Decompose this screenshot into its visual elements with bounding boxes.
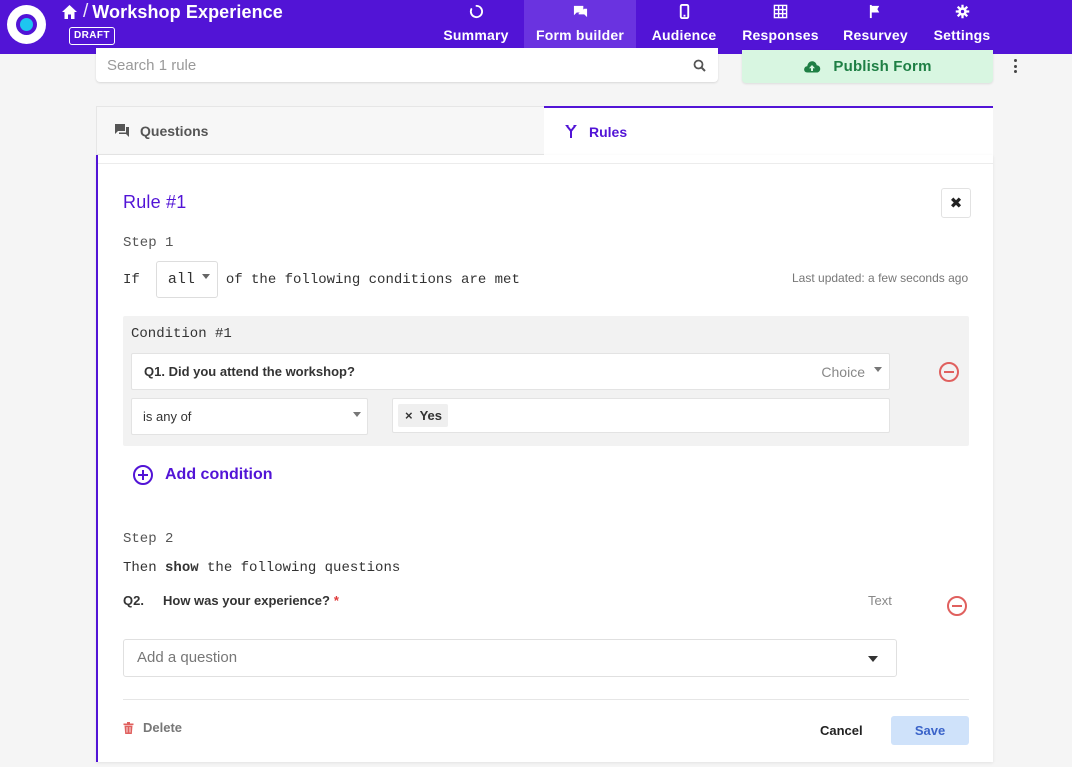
nav-settings[interactable]: Settings bbox=[932, 0, 992, 54]
tab-rules-label: Rules bbox=[589, 123, 628, 140]
last-updated: Last updated: a few seconds ago bbox=[792, 271, 969, 285]
tab-questions[interactable]: Questions bbox=[96, 106, 545, 155]
nav-summary-label: Summary bbox=[443, 27, 509, 43]
save-button[interactable]: Save bbox=[891, 716, 969, 745]
nav-responses[interactable]: Responses bbox=[742, 0, 819, 54]
caret-down-icon bbox=[874, 367, 882, 372]
delete-label: Delete bbox=[143, 720, 183, 735]
home-icon[interactable] bbox=[61, 4, 78, 20]
divider bbox=[123, 699, 969, 700]
rule-search bbox=[96, 48, 718, 82]
condition-values-input[interactable]: × Yes bbox=[392, 398, 890, 433]
flag-icon bbox=[869, 4, 880, 19]
breadcrumb-separator: / bbox=[83, 1, 89, 22]
cloud-upload-icon bbox=[804, 61, 821, 73]
rule-card: Rule #1 ✖ Step 1 If all of the following… bbox=[96, 155, 993, 762]
nav-responses-label: Responses bbox=[742, 27, 819, 43]
remove-chip-icon[interactable]: × bbox=[405, 408, 413, 423]
condition-operator-value: is any of bbox=[143, 409, 192, 424]
target-question-type: Text bbox=[868, 593, 892, 608]
condition-title: Condition #1 bbox=[131, 326, 232, 342]
nav-resurvey-label: Resurvey bbox=[843, 27, 908, 43]
builder-tabs: Questions Rules bbox=[96, 106, 993, 155]
remove-question-icon[interactable] bbox=[947, 596, 967, 616]
condition-operator-select[interactable]: is any of bbox=[131, 398, 368, 435]
tab-questions-label: Questions bbox=[140, 122, 209, 139]
logo-dot bbox=[20, 18, 33, 31]
search-icon[interactable] bbox=[693, 59, 706, 72]
nav-resurvey[interactable]: Resurvey bbox=[843, 0, 908, 54]
nav-settings-label: Settings bbox=[933, 27, 991, 43]
add-question-placeholder: Add a question bbox=[137, 649, 238, 666]
top-bar: / Workshop Experience DRAFT Summary Form… bbox=[0, 0, 1072, 54]
mobile-icon bbox=[679, 4, 689, 19]
match-mode-select[interactable]: all bbox=[155, 261, 218, 298]
caret-down-icon bbox=[201, 274, 210, 279]
remove-condition-icon[interactable] bbox=[939, 362, 959, 382]
add-condition-button[interactable]: Add condition bbox=[133, 465, 273, 485]
publish-form-label: Publish Form bbox=[833, 58, 932, 75]
nav-form-builder[interactable]: Form builder bbox=[524, 0, 636, 54]
search-input[interactable] bbox=[107, 55, 677, 75]
condition-question-type: Choice bbox=[821, 364, 865, 380]
then-prefix: Then bbox=[123, 560, 157, 576]
app-logo[interactable] bbox=[7, 5, 46, 44]
rule-title: Rule #1 bbox=[123, 192, 187, 212]
cancel-button[interactable]: Cancel bbox=[820, 723, 863, 738]
match-mode-value: all bbox=[167, 271, 195, 288]
target-question-label: How was your experience? bbox=[163, 593, 330, 608]
delete-rule-button[interactable]: Delete bbox=[123, 720, 182, 735]
condition-question-text: Q1. Did you attend the workshop? bbox=[144, 364, 355, 379]
gear-icon bbox=[955, 4, 969, 19]
value-chip: × Yes bbox=[398, 404, 449, 427]
then-action: show bbox=[165, 560, 199, 576]
more-options-icon[interactable] bbox=[1010, 58, 1020, 74]
nav-form-builder-label: Form builder bbox=[536, 27, 624, 43]
chat-icon bbox=[573, 5, 587, 18]
step1-label: Step 1 bbox=[123, 235, 174, 251]
breadcrumb: / Workshop Experience bbox=[61, 1, 283, 23]
step2-label: Step 2 bbox=[123, 531, 174, 547]
fork-icon bbox=[565, 125, 577, 138]
condition-match-row: If all of the following conditions are m… bbox=[123, 261, 520, 298]
nav-audience[interactable]: Audience bbox=[650, 0, 718, 54]
nav-summary[interactable]: Summary bbox=[443, 0, 509, 54]
add-question-select[interactable]: Add a question bbox=[123, 639, 897, 677]
nav-audience-label: Audience bbox=[651, 27, 717, 43]
divider bbox=[98, 163, 993, 164]
tab-rules[interactable]: Rules bbox=[544, 106, 993, 155]
circle-progress-icon bbox=[469, 4, 483, 19]
add-condition-label: Add condition bbox=[165, 466, 273, 483]
close-rule-button[interactable]: ✖ bbox=[941, 188, 971, 218]
if-suffix: of the following conditions are met bbox=[225, 271, 520, 288]
caret-down-icon bbox=[353, 412, 361, 417]
required-marker: * bbox=[333, 593, 339, 608]
form-title[interactable]: Workshop Experience bbox=[92, 2, 283, 23]
then-action-row: Then show the following questions bbox=[123, 560, 400, 576]
publish-form-button[interactable]: Publish Form bbox=[742, 50, 993, 83]
if-prefix: If bbox=[123, 271, 140, 288]
condition-question-select[interactable]: Q1. Did you attend the workshop? Choice bbox=[131, 353, 890, 390]
condition-block: Condition #1 Q1. Did you attend the work… bbox=[123, 316, 969, 446]
plus-circle-icon bbox=[133, 465, 153, 485]
caret-down-icon bbox=[868, 656, 878, 662]
value-chip-label: Yes bbox=[419, 408, 443, 423]
trash-icon bbox=[123, 721, 134, 734]
target-question-text: How was your experience? * bbox=[163, 593, 339, 608]
then-suffix: the following questions bbox=[207, 560, 401, 576]
status-badge: DRAFT bbox=[69, 27, 115, 45]
target-question-number: Q2. bbox=[123, 593, 144, 608]
chat-icon bbox=[115, 124, 129, 137]
grid-icon bbox=[773, 4, 788, 19]
